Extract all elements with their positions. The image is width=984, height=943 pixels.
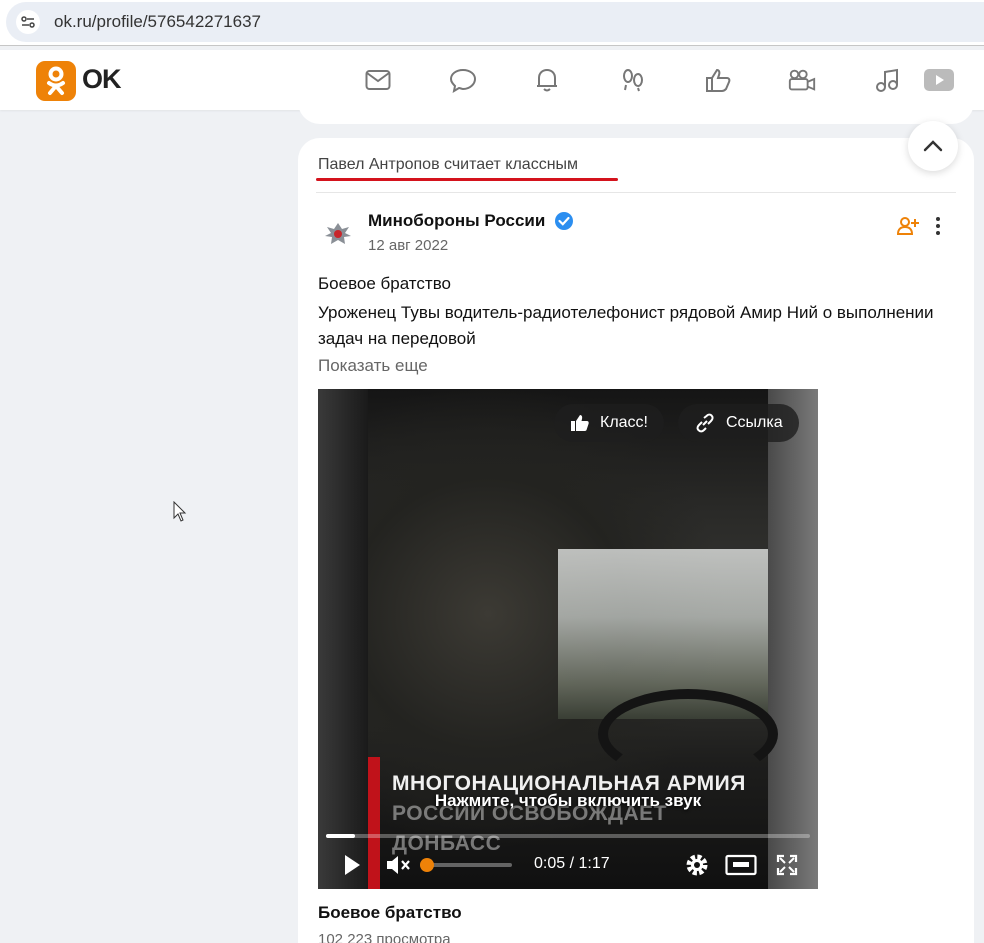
- volume-slider[interactable]: [420, 858, 512, 872]
- add-friend-icon[interactable]: [896, 214, 920, 238]
- scroll-to-top-button[interactable]: [908, 121, 958, 171]
- video-blur-right: [768, 389, 818, 889]
- logo-text[interactable]: OK: [82, 64, 121, 95]
- video-frame-wheel: [598, 689, 778, 779]
- video-player[interactable]: МНОГОНАЦИОНАЛЬНАЯ АРМИЯ РОССИИ ОСВОБОЖДА…: [318, 389, 818, 889]
- video-timecode: 0:05 / 1:17: [534, 855, 610, 872]
- view-count: 102 223 просмотра: [318, 931, 451, 943]
- music-icon[interactable]: [872, 65, 902, 95]
- video-blur-left: [318, 389, 368, 889]
- class-button-label: Класс!: [600, 414, 648, 431]
- unmute-hint[interactable]: Нажмите, чтобы включить звук: [318, 791, 818, 811]
- bell-icon[interactable]: [532, 65, 562, 95]
- post-text: Уроженец Тувы водитель-радиотелефонист р…: [318, 303, 934, 348]
- post-title: Боевое братство: [318, 274, 451, 293]
- ok-logo-icon[interactable]: [36, 61, 76, 101]
- group-avatar[interactable]: [318, 214, 358, 254]
- activity-text[interactable]: Павел Антропов считает классным: [318, 156, 578, 174]
- divider: [316, 192, 956, 193]
- video-progress-bar[interactable]: [326, 834, 810, 838]
- previous-feed-card: [298, 100, 974, 124]
- guests-icon[interactable]: [618, 65, 648, 95]
- mini-player-icon[interactable]: [724, 851, 758, 879]
- settings-gear-icon[interactable]: [684, 851, 710, 879]
- chevron-up-icon: [923, 140, 943, 152]
- link-button-label: Ссылка: [726, 414, 783, 431]
- verified-icon: [554, 211, 574, 231]
- video-caption: МНОГОНАЦИОНАЛЬНАЯ АРМИЯ РОССИИ ОСВОБОЖДА…: [392, 769, 752, 859]
- mouse-cursor-icon: [173, 500, 187, 523]
- fullscreen-icon[interactable]: [774, 851, 800, 879]
- play-icon[interactable]: [340, 851, 364, 879]
- chat-icon[interactable]: [448, 65, 478, 95]
- post-date[interactable]: 12 авг 2022: [368, 237, 448, 254]
- group-name[interactable]: Минобороны России: [368, 211, 545, 231]
- show-more-link[interactable]: Показать еще: [318, 356, 428, 376]
- video-camera-icon[interactable]: [787, 65, 817, 95]
- video-title[interactable]: Боевое братство: [318, 903, 462, 923]
- volume-knob[interactable]: [420, 858, 434, 872]
- url-field[interactable]: ok.ru/profile/576542271637: [6, 2, 984, 42]
- browser-address-bar: ok.ru/profile/576542271637: [0, 0, 984, 46]
- url-text: ok.ru/profile/576542271637: [54, 12, 261, 31]
- feed-card: Павел Антропов считает классным Миноборо…: [298, 138, 974, 943]
- caption-accent-bar: [368, 757, 380, 889]
- link-button[interactable]: Ссылка: [678, 404, 799, 442]
- video-icon[interactable]: [922, 65, 956, 95]
- link-icon: [696, 413, 714, 433]
- annotation-underline: [316, 178, 618, 181]
- class-button[interactable]: Класс!: [554, 404, 664, 442]
- mail-icon[interactable]: [363, 65, 393, 95]
- site-settings-icon[interactable]: [16, 10, 40, 34]
- mute-icon[interactable]: [384, 851, 412, 879]
- thumbs-up-icon: [571, 415, 589, 431]
- more-options-icon[interactable]: [928, 214, 948, 238]
- video-progress-fill: [326, 834, 356, 838]
- like-icon[interactable]: [703, 65, 733, 95]
